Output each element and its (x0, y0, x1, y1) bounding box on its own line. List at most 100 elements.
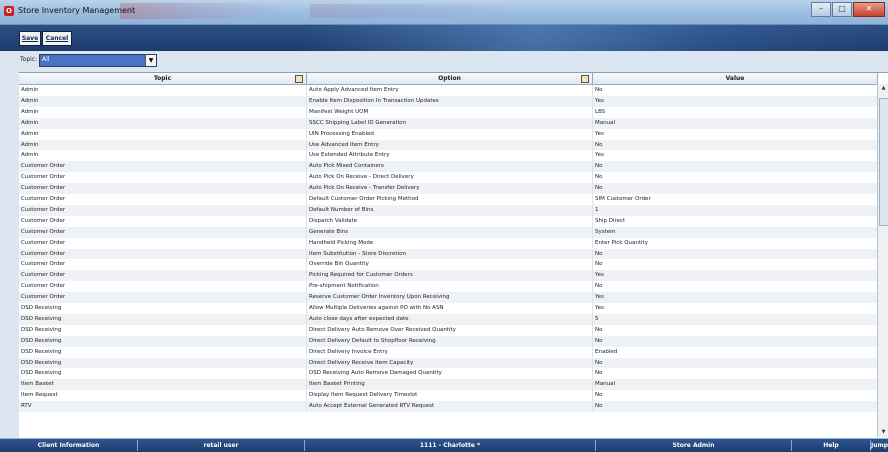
table-row[interactable]: Admin SSCC Shipping Label ID Generation Ma… (19, 117, 878, 129)
cell-topic: Item Basket (19, 379, 307, 391)
cell-value[interactable]: Yes (593, 292, 878, 303)
table-row[interactable]: Customer Order Override Bin Quantity No (19, 259, 878, 271)
lock-icon (581, 75, 589, 83)
cell-value[interactable]: No (593, 248, 878, 260)
minimize-icon[interactable]: – (811, 2, 831, 17)
table-row[interactable]: Admin Enable Item Disposition In Transact… (19, 95, 878, 107)
table-row[interactable]: Customer Order Picking Required for Custo… (19, 270, 878, 282)
cell-value[interactable]: No (593, 281, 878, 293)
table-row[interactable]: Admin Manifest Weight UOM LBS (19, 106, 878, 118)
cell-value[interactable]: Yes (593, 128, 878, 140)
table-row[interactable]: DSD Receiving Direct Delivery Default to … (19, 335, 878, 347)
cell-value[interactable]: Enabled (593, 346, 878, 358)
lock-icon (295, 75, 303, 83)
cell-option: Auto Pick On Receive - Transfer Delivery (307, 183, 593, 194)
cell-value[interactable]: No (593, 357, 878, 369)
table-row[interactable]: Customer Order Default Customer Order Pic… (19, 194, 878, 205)
table-row[interactable]: DSD Receiving Direct Delivery Receive Ite… (19, 357, 878, 369)
table-row[interactable]: Admin UIN Processing Enabled Yes (19, 128, 878, 140)
jump-link[interactable]: Jump (871, 440, 888, 451)
cell-value[interactable]: No (593, 368, 878, 380)
save-button[interactable]: Save (19, 31, 41, 46)
table-row[interactable]: DSD Receiving Direct Delivery Auto Remove… (19, 324, 878, 336)
cell-option: Direct Delivery Receive Item Capacity (307, 357, 593, 369)
table-row[interactable]: Admin Auto Apply Advanced Item Entry No (19, 85, 878, 96)
table-row[interactable]: Customer Order Auto Pick On Receive - Dir… (19, 172, 878, 184)
cell-topic: Admin (19, 128, 307, 140)
table-row[interactable]: Customer Order Generate Bins System (19, 226, 878, 238)
table-row[interactable]: Admin Use Advanced Item Entry No (19, 139, 878, 151)
table-row[interactable]: Customer Order Auto Pick Mixed Containers… (19, 161, 878, 173)
column-header-value[interactable]: Value (593, 73, 878, 84)
table-row[interactable]: DSD Receiving Auto close days after expec… (19, 313, 878, 325)
table-row[interactable]: DSD Receiving Direct Delivery Invoice Ent… (19, 346, 878, 358)
scrollbar-thumb[interactable] (879, 98, 888, 226)
client-information-link[interactable]: Client Information (0, 440, 138, 451)
table-row[interactable]: Customer Order Item Substitution - Store … (19, 248, 878, 260)
column-header-topic[interactable]: Topic (19, 73, 307, 84)
close-icon[interactable]: ✕ (853, 2, 885, 17)
cell-value[interactable]: No (593, 335, 878, 347)
topic-dropdown[interactable]: All ▼ (39, 54, 157, 67)
table-row[interactable]: RTV Auto Accept External Generated RTV Re… (19, 401, 878, 412)
table-row[interactable]: Customer Order Dispatch Validate Ship Dire… (19, 215, 878, 227)
cell-option: Direct Delivery Auto Remove Over Receive… (307, 324, 593, 336)
cell-value[interactable]: SIM Customer Order (593, 194, 878, 205)
vertical-scrollbar[interactable]: ▲ ▼ (877, 84, 888, 437)
table-row[interactable]: DSD Receiving Allow Multiple Deliveries a… (19, 303, 878, 314)
oracle-icon: O (4, 6, 14, 16)
cell-value[interactable]: No (593, 172, 878, 184)
cell-value[interactable]: No (593, 183, 878, 194)
column-header-option[interactable]: Option (307, 73, 593, 84)
cell-value[interactable]: No (593, 85, 878, 96)
table-row[interactable]: Customer Order Reserve Customer Order Inv… (19, 292, 878, 303)
cell-value[interactable]: Manual (593, 379, 878, 391)
cell-value[interactable]: No (593, 259, 878, 271)
cell-option: Handheld Picking Mode (307, 237, 593, 249)
status-bar: Client Information retail user 1111 - Ch… (0, 438, 888, 452)
cell-option: Display Item Request Delivery Timeslot (307, 390, 593, 402)
cell-option: Enable Item Disposition In Transaction U… (307, 95, 593, 107)
cell-value[interactable]: LBS (593, 106, 878, 118)
cell-topic: Customer Order (19, 204, 307, 216)
table-row[interactable]: Item Basket Item Basket Printing Manual (19, 379, 878, 391)
cell-value[interactable]: Yes (593, 270, 878, 282)
maximize-icon[interactable]: □ (832, 2, 852, 17)
chevron-down-icon[interactable]: ▼ (145, 55, 156, 66)
cell-option: UIN Processing Enabled (307, 128, 593, 140)
window-title: Store Inventory Management (18, 6, 136, 15)
cell-value[interactable]: No (593, 401, 878, 412)
scroll-down-icon[interactable]: ▼ (879, 428, 888, 437)
table-row[interactable]: DSD Receiving DSD Receiving Auto Remove D… (19, 368, 878, 380)
cell-option: Default Customer Order Picking Method (307, 194, 593, 205)
cell-value[interactable]: Manual (593, 117, 878, 129)
cell-value[interactable]: Ship Direct (593, 215, 878, 227)
table-row[interactable]: Customer Order Handheld Picking Mode Enter… (19, 237, 878, 249)
scroll-up-icon[interactable]: ▲ (879, 84, 888, 93)
cell-value[interactable]: No (593, 324, 878, 336)
cell-value[interactable]: 1 (593, 204, 878, 216)
cell-value[interactable]: No (593, 161, 878, 173)
table-row[interactable]: Customer Order Auto Pick On Receive - Tra… (19, 183, 878, 194)
table-row[interactable]: Customer Order Default Number of Bins 1 (19, 204, 878, 216)
table-row[interactable]: Customer Order Pre-shipment Notification N… (19, 281, 878, 293)
cell-option: Auto Accept External Generated RTV Reque… (307, 401, 593, 412)
cell-topic: DSD Receiving (19, 313, 307, 325)
cancel-button[interactable]: Cancel (42, 31, 72, 46)
cell-value[interactable]: No (593, 390, 878, 402)
cell-value[interactable]: Yes (593, 303, 878, 314)
column-header-label: Option (438, 75, 461, 82)
cell-topic: Customer Order (19, 172, 307, 184)
cell-value[interactable]: Enter Pick Quantity (593, 237, 878, 249)
cell-option: DSD Receiving Auto Remove Damaged Quanti… (307, 368, 593, 380)
table-row[interactable]: Item Request Display Item Request Deliver… (19, 390, 878, 402)
cell-value[interactable]: No (593, 139, 878, 151)
cell-value[interactable]: System (593, 226, 878, 238)
cell-topic: Admin (19, 150, 307, 162)
cell-value[interactable]: 5 (593, 313, 878, 325)
cell-value[interactable]: Yes (593, 95, 878, 107)
cell-value[interactable]: Yes (593, 150, 878, 162)
table-row[interactable]: Admin Use Extended Attribute Entry Yes (19, 150, 878, 162)
help-link[interactable]: Help (792, 440, 871, 451)
user-name: retail user (138, 440, 305, 451)
